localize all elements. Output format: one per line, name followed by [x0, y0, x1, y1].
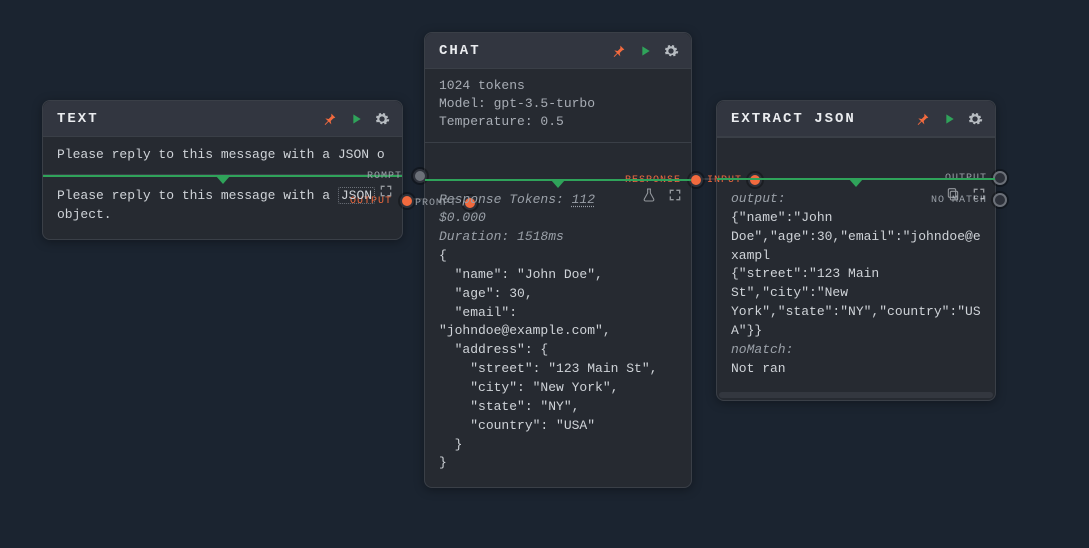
text-output-suffix: object. [57, 207, 112, 222]
chat-model: Model: gpt-3.5-turbo [439, 95, 677, 113]
expand-icon[interactable] [667, 187, 683, 203]
beaker-icon[interactable] [641, 187, 657, 203]
node-extract-title: EXTRACT JSON [731, 111, 915, 127]
node-extract-header[interactable]: EXTRACT JSON [717, 101, 995, 137]
gear-icon[interactable] [374, 111, 390, 127]
node-extract[interactable]: EXTRACT JSON INPUT OUTPUT NO MATCH [716, 100, 996, 401]
gear-icon[interactable] [967, 111, 983, 127]
node-text-input-preview[interactable]: Please reply to this message with a JSON… [43, 137, 402, 174]
extract-output-label: output: [731, 190, 981, 209]
expand-icon[interactable] [378, 183, 394, 199]
node-canvas[interactable]: TEXT Please reply to this message with a… [0, 0, 1089, 548]
chat-tokens: 1024 tokens [439, 77, 677, 95]
scrollbar[interactable] [719, 392, 993, 398]
node-chat-title: CHAT [439, 43, 611, 59]
pin-icon[interactable] [915, 111, 931, 127]
gear-icon[interactable] [663, 43, 679, 59]
port-dot[interactable] [400, 194, 414, 208]
node-chat-header[interactable]: CHAT [425, 33, 691, 69]
node-chat[interactable]: CHAT 1024 tokens Model: gpt-3.5-turbo Te… [424, 32, 692, 488]
run-icon[interactable] [941, 111, 957, 127]
node-text-title: TEXT [57, 111, 322, 127]
node-chat-output: Response Tokens: 112 $0.000 Duration: 15… [425, 181, 691, 488]
chat-cost: $0.000 [439, 209, 677, 228]
port-dot[interactable] [993, 193, 1007, 207]
chat-resp-tokens-value: 112 [572, 192, 595, 207]
port-dot[interactable] [993, 171, 1007, 185]
text-output-prefix: Please reply to this message with a [57, 188, 338, 203]
chat-temperature: Temperature: 0.5 [439, 113, 677, 131]
run-icon[interactable] [348, 111, 364, 127]
chat-duration: Duration: 1518ms [439, 228, 677, 247]
chat-resp-tokens-label: Response Tokens: [439, 192, 572, 207]
extract-output-body: {"name":"John Doe","age":30,"email":"joh… [731, 209, 981, 341]
expand-icon[interactable] [971, 186, 987, 202]
extract-nomatch-label: noMatch: [731, 341, 981, 360]
copy-icon[interactable] [945, 186, 961, 202]
chat-body: { "name": "John Doe", "age": 30, "email"… [439, 247, 677, 473]
node-text[interactable]: TEXT Please reply to this message with a… [42, 100, 403, 240]
pin-icon[interactable] [322, 111, 338, 127]
node-extract-output: output: {"name":"John Doe","age":30,"ema… [717, 180, 995, 392]
extract-nomatch-body: Not ran [731, 360, 981, 379]
port-label-prompt-top: ROMPT [367, 171, 402, 182]
run-icon[interactable] [637, 43, 653, 59]
port-dot[interactable] [689, 173, 703, 187]
text-output-boxed: JSON [338, 187, 375, 204]
node-chat-subheader: 1024 tokens Model: gpt-3.5-turbo Tempera… [425, 69, 691, 142]
pin-icon[interactable] [611, 43, 627, 59]
node-text-output: Please reply to this message with a JSON… [43, 177, 402, 239]
node-text-header[interactable]: TEXT [43, 101, 402, 137]
